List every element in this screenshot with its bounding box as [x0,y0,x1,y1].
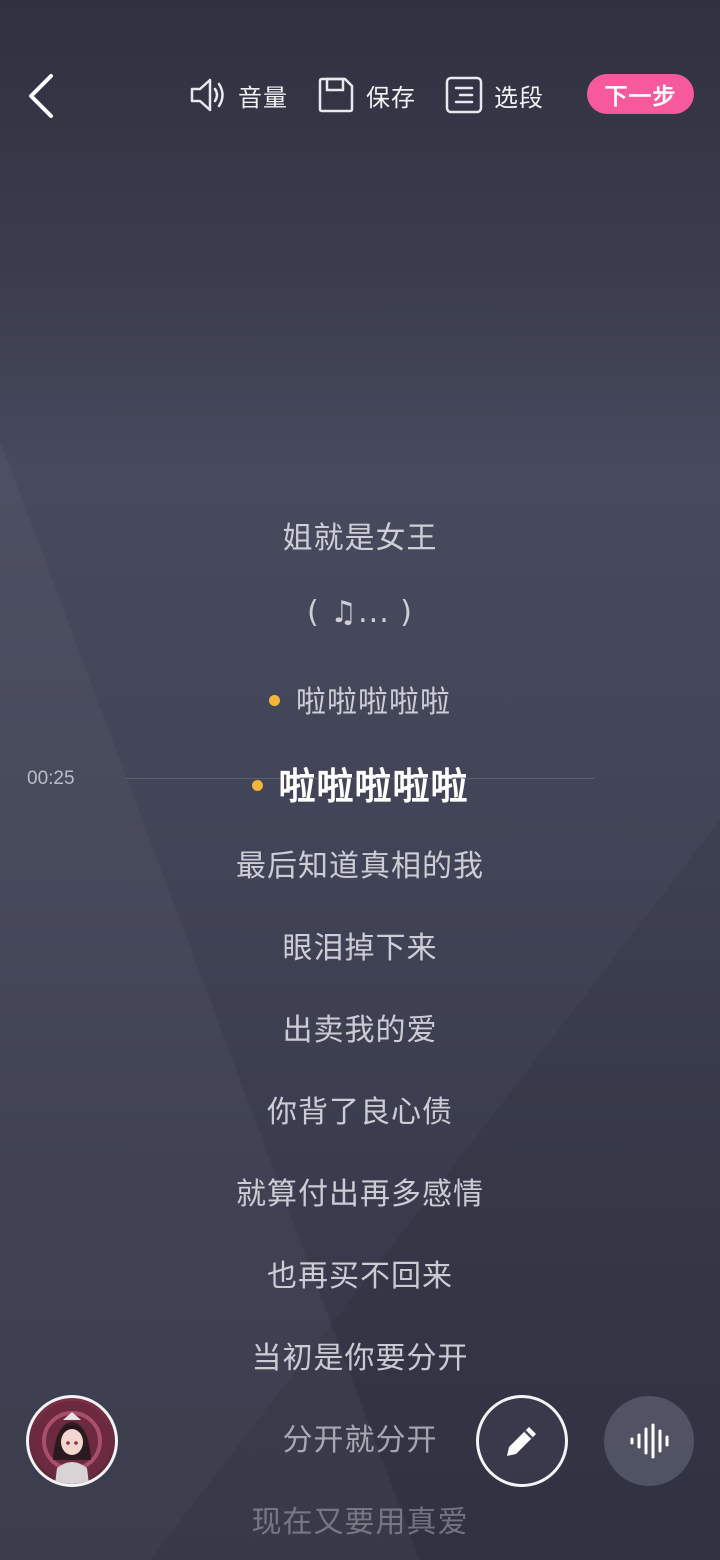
lyrics-list: 姐就是女王( ♫... ) 啦啦啦啦啦 啦啦啦啦啦 最后知道真相的我 眼泪掉下来 出卖我的… [0,0,720,1560]
album-cover[interactable] [26,1395,118,1487]
back-button[interactable] [18,68,66,124]
volume-button[interactable]: 音量 [188,70,288,120]
album-art-image [32,1401,112,1484]
save-label: 保存 [366,83,416,112]
lyric-line[interactable]: 你背了良心债 [0,1087,720,1131]
highlight-dot [251,780,263,791]
lyric-text: 出卖我的爱 [282,1013,438,1048]
chevron-left-icon [29,74,53,118]
lyric-text: 姐就是女王 [282,521,438,556]
lyric-line[interactable]: 姐就是女王 [0,513,720,557]
lyric-text: ( ♫... ) [307,595,413,630]
lyric-line[interactable]: 啦啦啦啦啦 [0,677,720,721]
lyric-text: 分开就分开 [282,1423,438,1458]
lyric-line[interactable]: 就算付出再多感情 [0,1169,720,1213]
lyric-text: 眼泪掉下来 [282,931,438,966]
lyric-line[interactable]: 出卖我的爱 [0,1005,720,1049]
lyric-text: 最后知道真相的我 [236,849,484,884]
voice-button[interactable] [604,1396,694,1486]
floppy-disk-icon [316,75,356,115]
save-button[interactable]: 保存 [316,70,416,120]
sound-wave-icon [630,1423,669,1459]
lyric-text: 啦啦啦啦啦 [296,685,451,720]
volume-label: 音量 [238,83,288,112]
edit-lyrics-button[interactable] [476,1395,568,1487]
lyric-text: 啦啦啦啦啦 [278,765,469,808]
speaker-icon [188,75,228,115]
top-toolbar: 音量 保存 选段 下一步 [0,0,720,190]
lyric-line[interactable]: 也再买不回来 [0,1251,720,1295]
pencil-icon [507,1427,536,1456]
lyric-line-current[interactable]: 啦啦啦啦啦 [0,756,720,810]
lyric-text: 当初是你要分开 [251,1341,469,1376]
next-step-button[interactable]: 下一步 [587,74,694,114]
lyric-line[interactable]: 眼泪掉下来 [0,923,720,967]
lyric-text: 你背了良心债 [267,1095,453,1130]
highlight-dot [269,695,280,706]
lyric-line[interactable]: 当初是你要分开 [0,1333,720,1377]
lyric-line[interactable]: 现在又要用真爱 [0,1497,720,1541]
lyric-line[interactable]: 最后知道真相的我 [0,841,720,885]
lyric-text: 也再买不回来 [267,1259,453,1294]
lyric-text: 现在又要用真爱 [251,1505,469,1540]
segment-list-icon [444,75,484,115]
lyric-line[interactable]: ( ♫... ) [0,595,720,630]
segment-button[interactable]: 选段 [444,70,544,120]
lyric-text: 就算付出再多感情 [236,1177,484,1212]
segment-label: 选段 [494,83,544,112]
